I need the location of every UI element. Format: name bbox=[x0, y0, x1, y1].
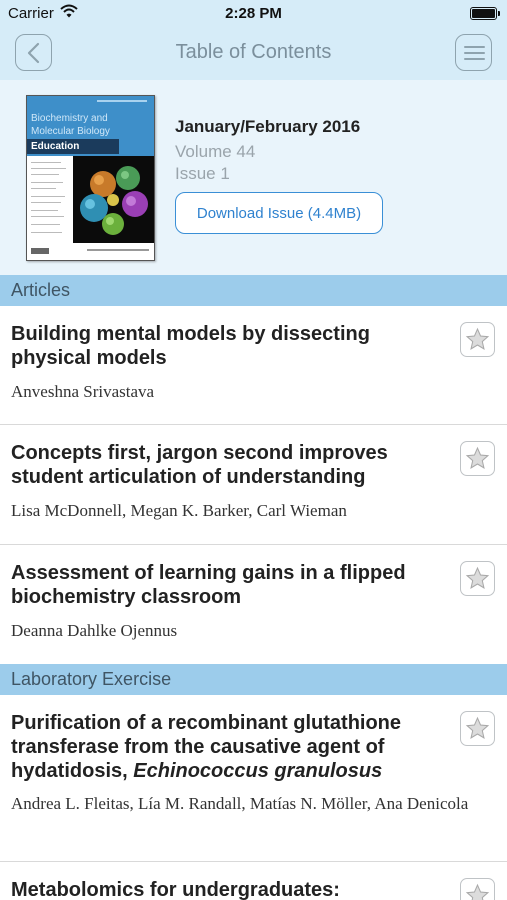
status-bar: Carrier 2:28 PM bbox=[0, 0, 507, 28]
star-icon bbox=[465, 716, 490, 739]
issue-date: January/February 2016 bbox=[175, 117, 361, 136]
issue-volume: Volume 44 bbox=[175, 142, 256, 161]
favorite-button[interactable] bbox=[460, 878, 495, 900]
section-header-articles: Articles bbox=[0, 275, 507, 306]
article-title-species: Echinococcus granulosus bbox=[133, 760, 383, 782]
publisher-logo bbox=[31, 248, 49, 254]
article-row[interactable]: Building mental models by dissecting phy… bbox=[0, 306, 507, 425]
cover-molecule-art bbox=[73, 156, 154, 243]
article-title[interactable]: Concepts first, jargon second improves s… bbox=[11, 441, 441, 489]
article-authors: Deanna Dahlke Ojennus bbox=[11, 621, 178, 640]
article-title[interactable]: Purification of a recombinant glutathion… bbox=[11, 711, 441, 783]
article-authors: Anveshna Srivastava bbox=[11, 382, 155, 401]
article-row[interactable]: Concepts first, jargon second improves s… bbox=[0, 425, 507, 545]
issue-header: Biochemistry and Molecular Biology Educa… bbox=[0, 80, 507, 275]
cover-title-line2: Molecular Biology bbox=[31, 126, 110, 137]
star-icon bbox=[465, 327, 490, 350]
favorite-button[interactable] bbox=[460, 322, 495, 357]
battery-icon bbox=[470, 7, 500, 20]
article-row[interactable]: Purification of a recombinant glutathion… bbox=[0, 695, 507, 862]
article-authors: Lisa McDonnell, Megan K. Barker, Carl Wi… bbox=[11, 501, 347, 520]
star-icon bbox=[465, 566, 490, 589]
menu-button[interactable] bbox=[455, 34, 492, 71]
article-title[interactable]: Metabolomics for undergraduates: bbox=[11, 878, 441, 900]
page-title: Table of Contents bbox=[175, 41, 332, 63]
hamburger-menu-icon bbox=[464, 46, 485, 60]
article-row[interactable]: Metabolomics for undergraduates: bbox=[0, 862, 507, 900]
download-issue-button[interactable]: Download Issue (4.4MB) bbox=[175, 192, 383, 234]
article-title[interactable]: Building mental models by dissecting phy… bbox=[11, 322, 441, 370]
favorite-button[interactable] bbox=[460, 561, 495, 596]
journal-cover-image[interactable]: Biochemistry and Molecular Biology Educa… bbox=[26, 95, 155, 261]
navigation-bar: Table of Contents bbox=[0, 28, 507, 80]
article-authors: Andrea L. Fleitas, Lía M. Randall, Matía… bbox=[11, 794, 469, 813]
article-title[interactable]: Assessment of learning gains in a flippe… bbox=[11, 561, 441, 609]
issue-number: Issue 1 bbox=[175, 164, 230, 183]
cover-title-line3: Education bbox=[27, 139, 119, 154]
favorite-button[interactable] bbox=[460, 711, 495, 746]
star-icon bbox=[465, 883, 490, 900]
article-row[interactable]: Assessment of learning gains in a flippe… bbox=[0, 545, 507, 664]
section-header-laboratory-exercise: Laboratory Exercise bbox=[0, 664, 507, 695]
status-time: 2:28 PM bbox=[225, 5, 282, 22]
favorite-button[interactable] bbox=[460, 441, 495, 476]
star-icon bbox=[465, 446, 490, 469]
cover-title-line1: Biochemistry and bbox=[31, 113, 108, 124]
